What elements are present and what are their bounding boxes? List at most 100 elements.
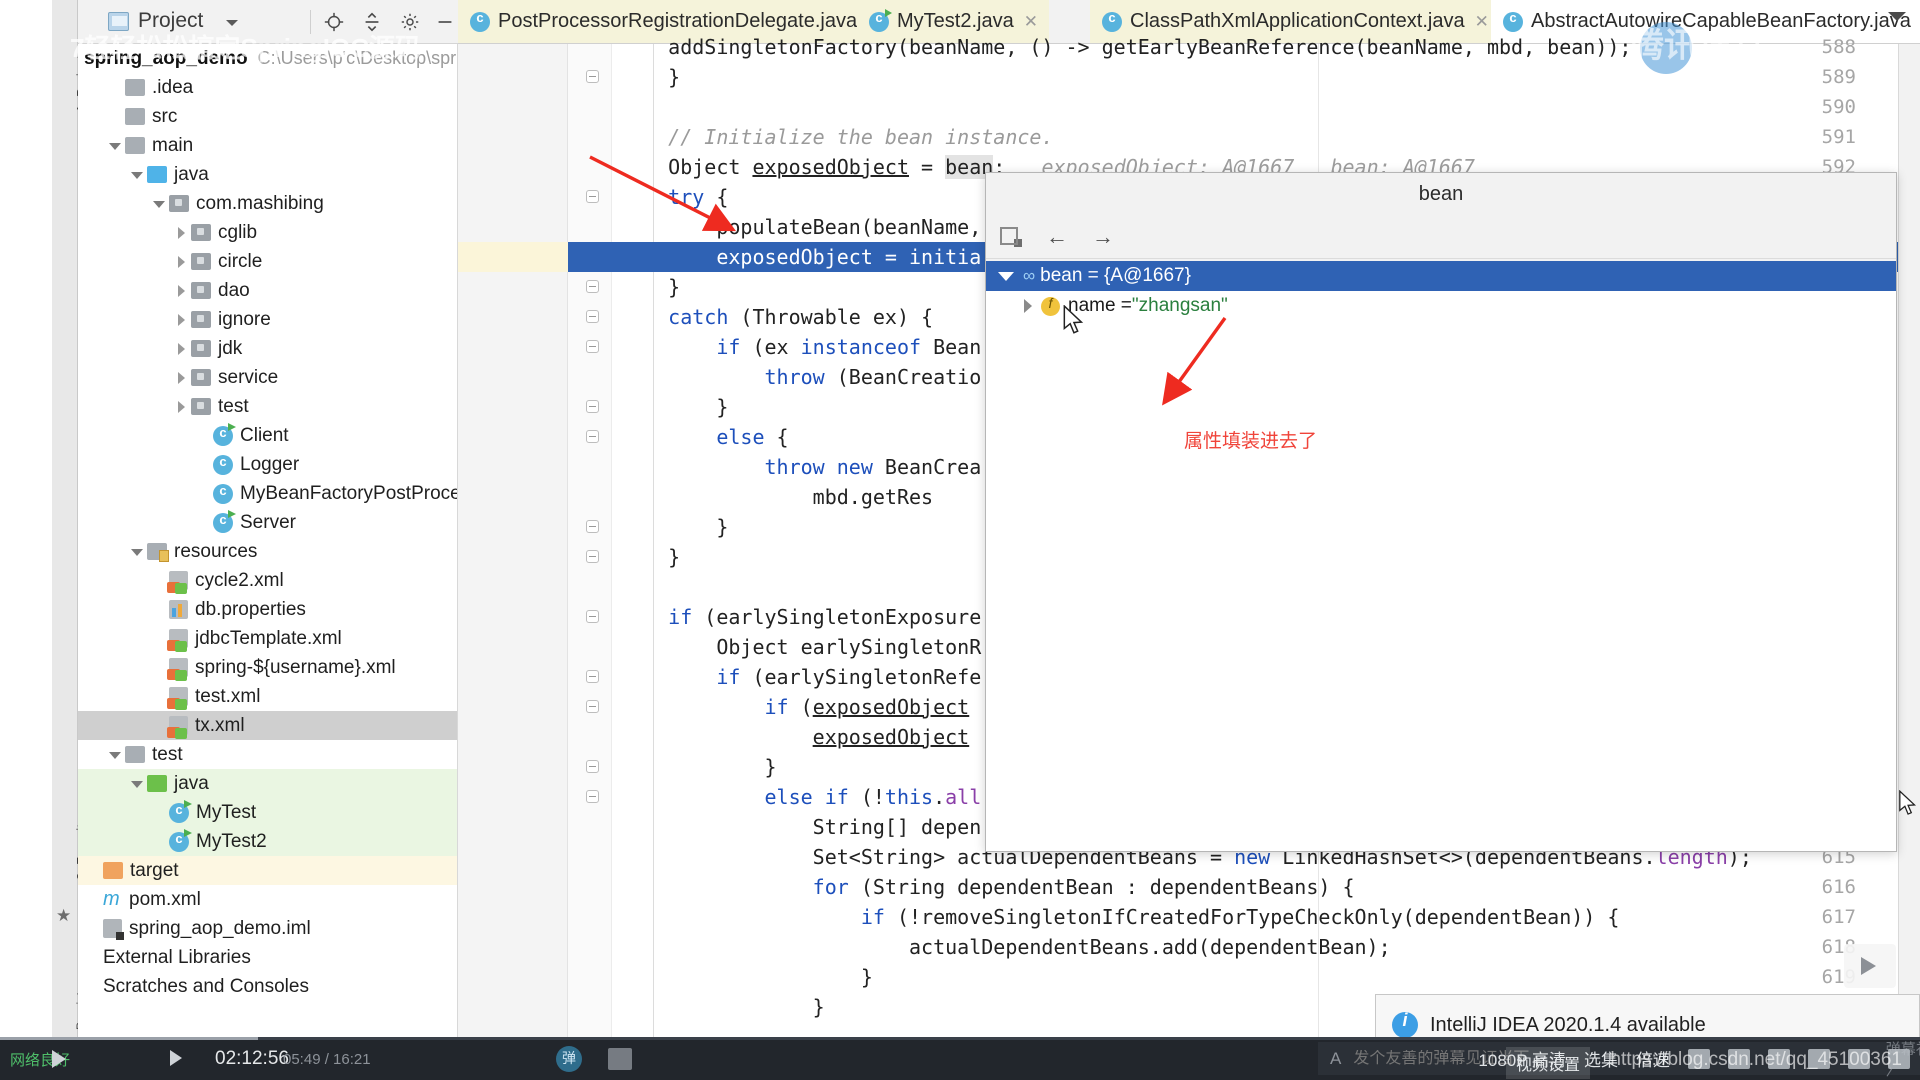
fold-toggle-icon[interactable] <box>586 610 599 623</box>
tree-item-db-properties[interactable]: db.properties <box>78 595 457 624</box>
tree-item-main[interactable]: main <box>78 131 457 160</box>
tree-item-test[interactable]: test <box>78 740 457 769</box>
chevron-right-icon[interactable] <box>174 342 188 356</box>
code-line[interactable]: if (earlySingletonRefe <box>620 665 981 689</box>
fold-toggle-icon[interactable] <box>586 70 599 83</box>
tree-item-mytest[interactable]: MyTest <box>78 798 457 827</box>
picture-in-picture-button[interactable] <box>1844 944 1896 988</box>
code-line[interactable]: else if (!this.all <box>620 785 982 809</box>
chevron-right-icon[interactable] <box>174 313 188 327</box>
chevron-right-icon[interactable] <box>174 255 188 269</box>
chevron-down-icon[interactable] <box>998 271 1014 281</box>
tree-item-pom-xml[interactable]: m pom.xml <box>78 885 457 914</box>
tree-item-tx-xml[interactable]: tx.xml <box>78 711 457 740</box>
tree-item-external-libraries[interactable]: External Libraries <box>78 943 457 972</box>
code-line[interactable]: // Initialize the bean instance. <box>620 125 1053 149</box>
code-line[interactable]: exposedObject = initia <box>620 245 981 269</box>
tree-item-java[interactable]: java <box>78 160 457 189</box>
close-icon[interactable]: ✕ <box>1475 12 1489 32</box>
tree-item-test[interactable]: test <box>78 392 457 421</box>
code-line[interactable]: } <box>620 65 680 89</box>
code-line[interactable]: for (String dependentBean : dependentBea… <box>620 875 1355 899</box>
tree-item-circle[interactable]: circle <box>78 247 457 276</box>
code-line[interactable]: } <box>620 275 680 299</box>
fold-toggle-icon[interactable] <box>586 430 599 443</box>
debugger-value-popup[interactable]: bean ← → ∞ bean = {A@1667} name = "zhang… <box>985 172 1897 852</box>
chevron-right-icon[interactable] <box>174 226 188 240</box>
code-line[interactable]: throw new BeanCrea <box>620 455 982 479</box>
chevron-right-icon[interactable] <box>174 400 188 414</box>
fold-toggle-icon[interactable] <box>586 550 599 563</box>
code-line[interactable]: mbd.getRes <box>620 485 933 509</box>
tree-item-logger[interactable]: Logger <box>78 450 457 479</box>
variable-row-bean[interactable]: ∞ bean = {A@1667} <box>986 261 1896 291</box>
back-arrow-icon[interactable]: ← <box>1046 224 1068 250</box>
code-line[interactable]: try { <box>620 185 728 209</box>
tree-item-cycle2-xml[interactable]: cycle2.xml <box>78 566 457 595</box>
code-line[interactable]: catch (Throwable ex) { <box>620 305 933 329</box>
chevron-down-icon[interactable] <box>130 545 144 559</box>
code-line[interactable]: exposedObject <box>620 725 970 749</box>
close-icon[interactable]: ✕ <box>1024 12 1038 32</box>
code-line[interactable]: populateBean(beanName, <box>620 215 981 239</box>
tree-item-cglib[interactable]: cglib <box>78 218 457 247</box>
code-line[interactable]: } <box>620 755 776 779</box>
code-line[interactable]: if (!removeSingletonIfCreatedForTypeChec… <box>620 905 1620 929</box>
variable-row-name[interactable]: name = "zhangsan" <box>986 291 1896 321</box>
more-tabs-chevron-icon[interactable] <box>1888 12 1906 21</box>
code-line[interactable]: Object earlySingletonR <box>620 635 981 659</box>
fold-toggle-icon[interactable] <box>586 340 599 353</box>
code-line[interactable]: if (ex instanceof Bean <box>620 335 981 359</box>
code-line[interactable]: throw (BeanCreatio <box>620 365 982 389</box>
fold-toggle-icon[interactable] <box>586 760 599 773</box>
evaluate-expression-icon[interactable] <box>1000 226 1022 247</box>
tree-item-resources[interactable]: resources <box>78 537 457 566</box>
danmaku-toggle-icon[interactable] <box>556 1046 582 1072</box>
tree-item-target[interactable]: target <box>78 856 457 885</box>
tree-item-test-xml[interactable]: test.xml <box>78 682 457 711</box>
tree-item-service[interactable]: service <box>78 363 457 392</box>
tree-item-mybeanfactorypostprocessor[interactable]: MyBeanFactoryPostProcessor <box>78 479 457 508</box>
chevron-down-icon[interactable] <box>130 168 144 182</box>
danmaku-settings-icon[interactable] <box>608 1048 632 1070</box>
chevron-down-icon[interactable] <box>108 139 122 153</box>
forward-arrow-icon[interactable]: → <box>1092 224 1114 250</box>
update-notification[interactable]: IntelliJ IDEA 2020.1.4 available <box>1375 994 1920 1037</box>
minimize-icon[interactable] <box>434 11 456 33</box>
tree-item-ignore[interactable]: ignore <box>78 305 457 334</box>
tree-item-spring-username-xml[interactable]: spring-${username}.xml <box>78 653 457 682</box>
next-episode-icon[interactable] <box>170 1050 182 1066</box>
chevron-right-icon[interactable] <box>1024 299 1032 313</box>
video-player-bar[interactable]: 网络良好 02:12:56 05:49 / 16:21 A 弹幕礼仪 〉 发送 … <box>0 1037 1920 1080</box>
fold-toggle-icon[interactable] <box>586 670 599 683</box>
chevron-right-icon[interactable] <box>174 284 188 298</box>
chevron-down-icon[interactable] <box>226 20 238 26</box>
fold-toggle-icon[interactable] <box>586 400 599 413</box>
code-line[interactable]: else { <box>620 425 788 449</box>
code-line[interactable]: if (exposedObject <box>620 695 970 719</box>
tree-item-jdk[interactable]: jdk <box>78 334 457 363</box>
code-line[interactable]: actualDependentBeans.add(dependentBean); <box>620 935 1391 959</box>
fold-toggle-icon[interactable] <box>586 190 599 203</box>
code-line[interactable]: if (earlySingletonExposure <box>620 605 981 629</box>
fold-toggle-icon[interactable] <box>586 790 599 803</box>
tree-item-mytest2[interactable]: MyTest2 <box>78 827 457 856</box>
tree-item-dao[interactable]: dao <box>78 276 457 305</box>
code-line[interactable]: } <box>620 515 728 539</box>
chevron-down-icon[interactable] <box>152 197 166 211</box>
tree-item-scratches-and-consoles[interactable]: Scratches and Consoles <box>78 972 457 1001</box>
fold-toggle-icon[interactable] <box>586 520 599 533</box>
code-line[interactable]: } <box>620 965 873 989</box>
tree-item-src[interactable]: src <box>78 102 457 131</box>
code-line[interactable]: addSingletonFactory(beanName, () -> getE… <box>620 35 1631 59</box>
code-line[interactable]: String[] depen <box>620 815 982 839</box>
tree-item--idea[interactable]: .idea <box>78 73 457 102</box>
tree-item-java[interactable]: java <box>78 769 457 798</box>
code-line[interactable]: } <box>620 545 680 569</box>
code-line[interactable]: } <box>620 395 728 419</box>
tree-item-server[interactable]: Server <box>78 508 457 537</box>
fold-toggle-icon[interactable] <box>586 280 599 293</box>
fold-toggle-icon[interactable] <box>586 310 599 323</box>
chevron-right-icon[interactable] <box>174 371 188 385</box>
project-tree[interactable]: spring_aop_demo C:\Users\p'c\Desktop\spr… <box>78 44 458 1037</box>
